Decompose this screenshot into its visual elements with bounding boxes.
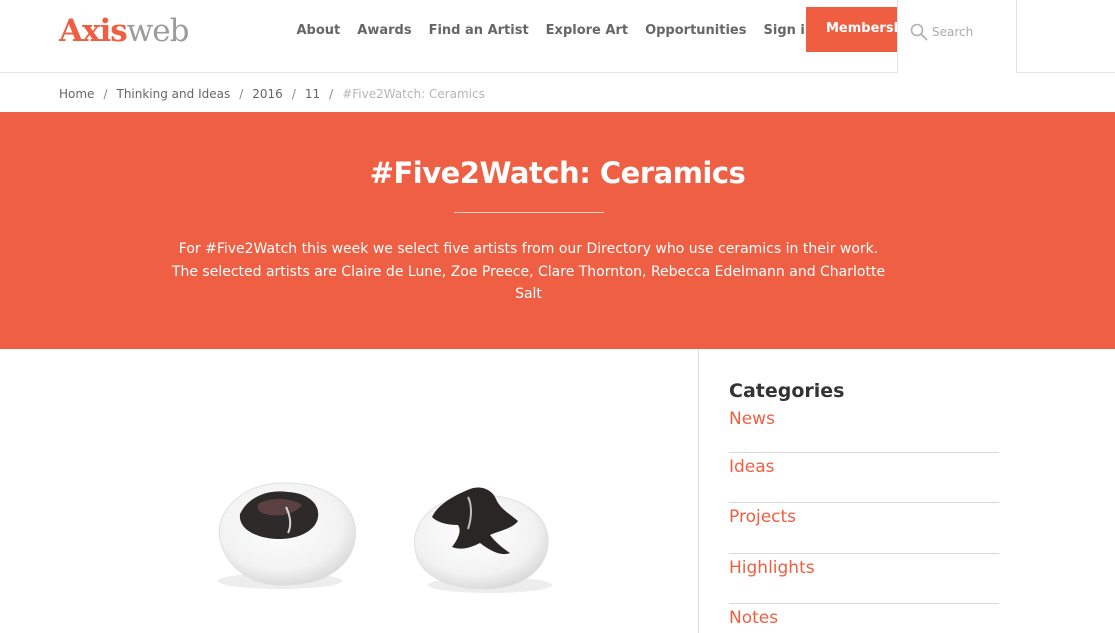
axisweb-logo[interactable]: Axis web [59,13,190,49]
breadcrumb-separator: / [329,87,334,101]
category-notes[interactable]: Notes [729,604,999,633]
breadcrumb-home[interactable]: Home [59,87,94,101]
site-header: Axis web About Awards Find an Artist Expl… [0,0,1115,73]
category-highlights[interactable]: Highlights [729,554,999,604]
breadcrumb-month[interactable]: 11 [305,87,320,101]
category-projects[interactable]: Projects [729,503,999,554]
category-ideas[interactable]: Ideas [729,453,999,504]
categories-heading: Categories [729,380,845,402]
breadcrumb-year[interactable]: 2016 [252,87,283,101]
hero-divider [454,212,604,213]
breadcrumb-separator: / [103,87,108,101]
search-box [897,0,1017,73]
hero-banner: #Five2Watch: Ceramics For #Five2Watch th… [0,112,1115,349]
main-nav: About Awards Find an Artist Explore Art … [288,0,823,60]
logo-text-axis: Axis [59,13,128,49]
breadcrumb-separator: / [239,87,244,101]
article-main [0,349,698,633]
sidebar-categories: Categories News Ideas Projects Highlight… [729,380,999,633]
logo-text-web: web [126,13,190,49]
breadcrumb: Home / Thinking and Ideas / 2016 / 11 / … [59,86,485,102]
category-news[interactable]: News [729,405,999,453]
nav-explore-art[interactable]: Explore Art [546,23,628,38]
nav-find-an-artist[interactable]: Find an Artist [429,23,529,38]
search-input[interactable] [932,22,1012,42]
page-title: #Five2Watch: Ceramics [369,156,746,190]
nav-about[interactable]: About [297,23,341,38]
nav-opportunities[interactable]: Opportunities [645,23,746,38]
search-icon[interactable] [910,23,928,41]
breadcrumb-thinking-and-ideas[interactable]: Thinking and Ideas [116,87,230,101]
breadcrumb-current: #Five2Watch: Ceramics [342,87,485,101]
membership-button[interactable]: Membership [806,7,898,52]
hero-intro: For #Five2Watch this week we select five… [171,241,886,302]
breadcrumb-separator: / [291,87,296,101]
nav-awards[interactable]: Awards [357,23,411,38]
sidebar-divider [698,349,699,633]
ceramic-artwork-image [218,482,552,593]
